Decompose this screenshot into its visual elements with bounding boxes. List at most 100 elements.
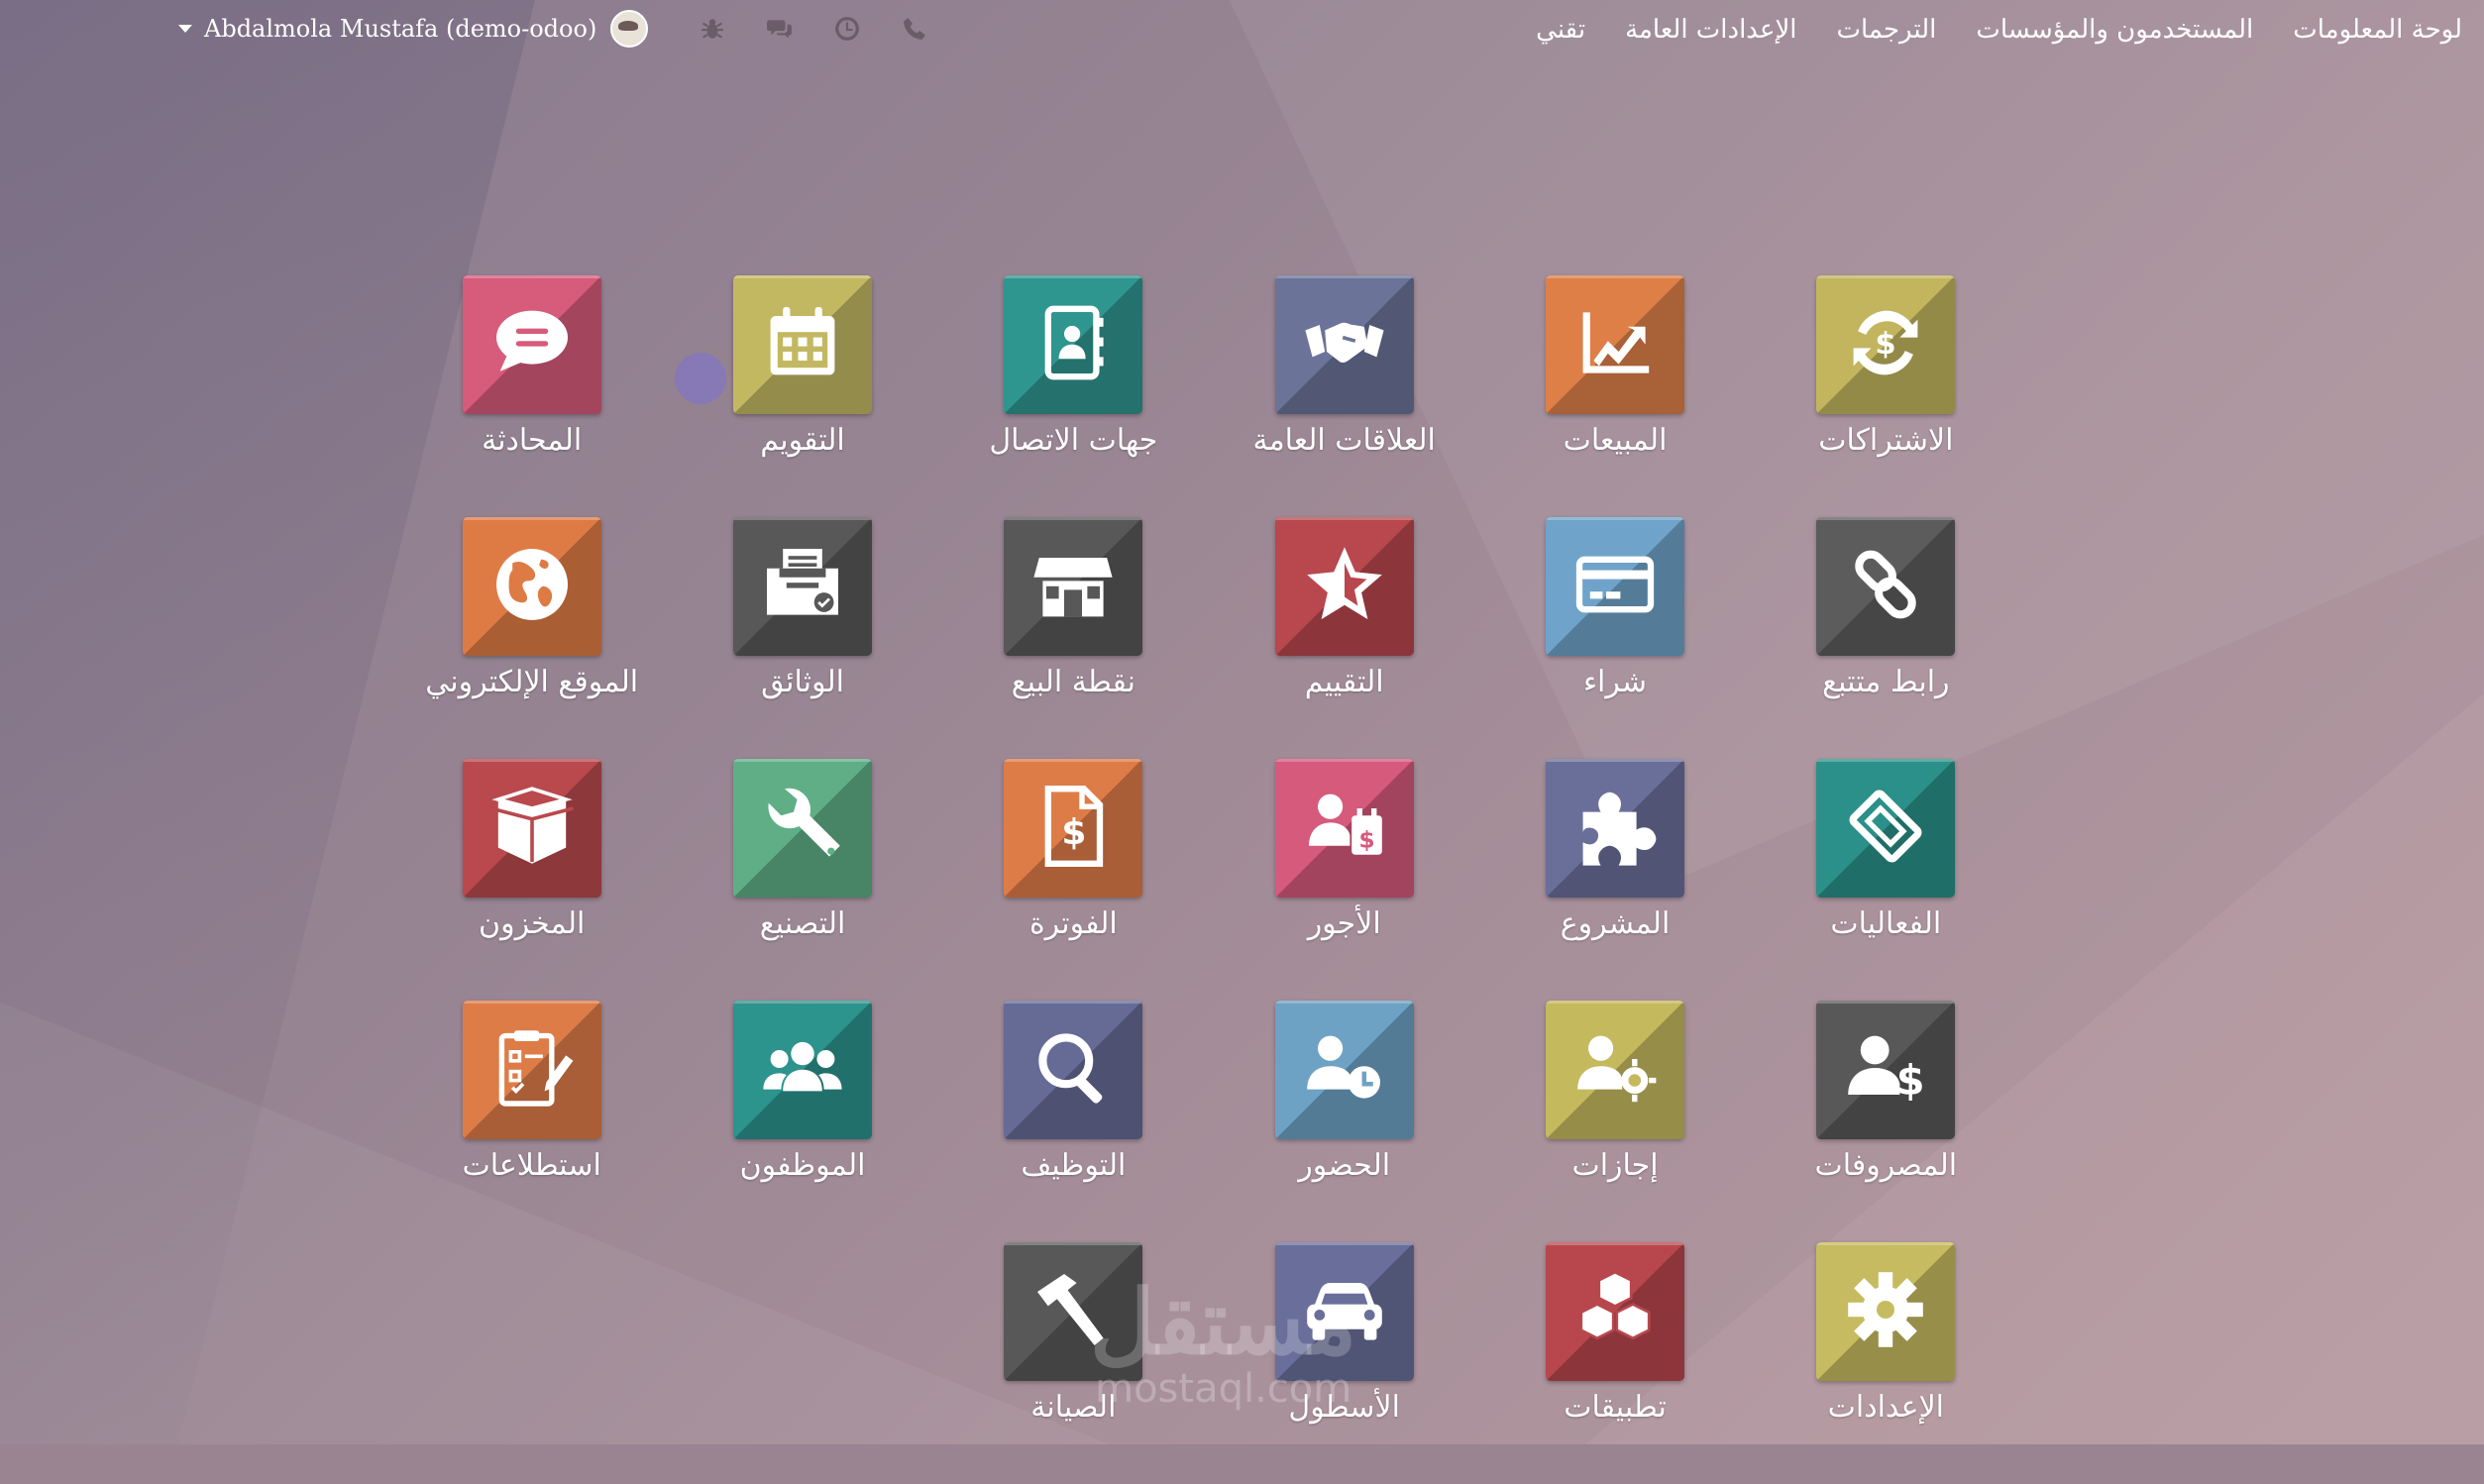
- bug-icon[interactable]: [698, 14, 727, 44]
- app-tile: [733, 759, 873, 898]
- clock-icon[interactable]: [832, 14, 862, 44]
- app-tile: [1004, 275, 1143, 414]
- app-tile: [1546, 759, 1685, 898]
- app-label: المبيعات: [1563, 423, 1668, 458]
- menu-users-companies[interactable]: المستخدمون والمؤسسات: [1976, 12, 2253, 48]
- phone-icon[interactable]: [900, 14, 929, 44]
- app-leaves[interactable]: إجازات: [1479, 1001, 1750, 1242]
- app-payroll[interactable]: $ الأجور: [1209, 759, 1479, 1001]
- app-tile: $: [1816, 275, 1956, 414]
- app-tile: [1816, 759, 1956, 898]
- box-icon: [487, 782, 577, 875]
- app-label: إجازات: [1571, 1148, 1659, 1183]
- documents-icon: [758, 540, 847, 633]
- app-contacts[interactable]: جهات الاتصال: [938, 275, 1209, 517]
- app-label: نقطة البيع: [1011, 665, 1135, 699]
- app-label: الحضور: [1298, 1148, 1391, 1183]
- apps-grid: $ الاشتراكات المبيعات العلاقات العامة جه…: [396, 275, 2021, 1484]
- app-store[interactable]: نقطة البيع: [938, 517, 1209, 759]
- link-icon: [1841, 540, 1930, 633]
- menu-translations[interactable]: الترجمات: [1837, 12, 1937, 48]
- app-puzzle[interactable]: المشروع: [1479, 759, 1750, 1001]
- app-label: شراء: [1582, 665, 1648, 699]
- app-label: المصروفات: [1814, 1148, 1958, 1183]
- app-tile: [733, 275, 873, 414]
- app-tile: [1546, 1001, 1685, 1139]
- app-label: جهات الاتصال: [989, 423, 1158, 458]
- app-documents[interactable]: الوثائق: [667, 517, 937, 759]
- app-tile: $: [1004, 759, 1143, 898]
- menu-dashboard[interactable]: لوحة المعلومات: [2293, 12, 2462, 48]
- app-label: الاشتراكات: [1818, 423, 1954, 458]
- app-box[interactable]: المخزون: [396, 759, 667, 1001]
- menu-general-settings[interactable]: الإعدادات العامة: [1625, 12, 1796, 48]
- app-tile: [462, 759, 601, 898]
- globe-icon: [487, 540, 577, 633]
- search-icon: [1028, 1023, 1118, 1116]
- app-gear[interactable]: الإعدادات: [1751, 1242, 2021, 1484]
- cursor-indicator: [675, 353, 726, 404]
- app-tile: [1004, 1242, 1143, 1381]
- app-tile: [1546, 1242, 1685, 1381]
- app-label: التوظيف: [1021, 1148, 1127, 1183]
- app-tile: [1274, 517, 1414, 656]
- payroll-icon: $: [1300, 782, 1389, 875]
- app-label: الأجور: [1307, 906, 1381, 941]
- app-label: المحادثة: [482, 423, 583, 458]
- app-tile: [1274, 1242, 1414, 1381]
- app-link[interactable]: رابط متتبع: [1751, 517, 2021, 759]
- expense-icon: $: [1841, 1023, 1930, 1116]
- app-tile: [1816, 517, 1956, 656]
- main-menu: لوحة المعلومات المستخدمون والمؤسسات التر…: [1536, 12, 2462, 48]
- app-wrench[interactable]: التصنيع: [667, 759, 937, 1001]
- sales-icon: [1570, 298, 1660, 391]
- chat-icon[interactable]: [765, 14, 795, 44]
- credit-card-icon: [1570, 540, 1660, 633]
- svg-text:$: $: [1876, 327, 1896, 362]
- subscription-icon: $: [1841, 298, 1930, 391]
- top-navbar: Abdalmola Mustafa (demo-odoo) لوحة المعل…: [0, 0, 2484, 59]
- handshake-icon: [1300, 298, 1389, 391]
- user-name: Abdalmola Mustafa (demo-odoo): [204, 15, 597, 43]
- app-tile: [1004, 1001, 1143, 1139]
- app-label: استطلاعات: [462, 1148, 601, 1183]
- app-label: رابط متتبع: [1822, 665, 1950, 699]
- app-credit-card[interactable]: شراء: [1479, 517, 1750, 759]
- app-label: الأسطول: [1288, 1390, 1400, 1425]
- avatar: [610, 10, 649, 48]
- app-cubes[interactable]: تطبيقات: [1479, 1242, 1750, 1484]
- store-icon: [1028, 540, 1118, 633]
- contacts-icon: [1028, 298, 1118, 391]
- calendar-icon: [758, 298, 847, 391]
- app-tile: [1546, 275, 1685, 414]
- app-attendance[interactable]: الحضور: [1209, 1001, 1479, 1242]
- app-car[interactable]: الأسطول: [1209, 1242, 1479, 1484]
- app-employees[interactable]: الموظفون: [667, 1001, 937, 1242]
- app-subscription[interactable]: $ الاشتراكات: [1751, 275, 2021, 517]
- app-star[interactable]: التقييم: [1209, 517, 1479, 759]
- app-sales[interactable]: المبيعات: [1479, 275, 1750, 517]
- app-invoice[interactable]: $ الفوترة: [938, 759, 1209, 1001]
- wrench-icon: [758, 782, 847, 875]
- app-label: الموقع الإلكتروني: [425, 665, 639, 699]
- caret-down-icon: [178, 25, 192, 33]
- app-label: التقويم: [760, 423, 845, 458]
- app-tile: [1816, 1242, 1956, 1381]
- puzzle-icon: [1570, 782, 1660, 875]
- app-expense[interactable]: $ المصروفات: [1751, 1001, 2021, 1242]
- app-search[interactable]: التوظيف: [938, 1001, 1209, 1242]
- app-ticket[interactable]: الفعاليات: [1751, 759, 2021, 1001]
- app-hammer[interactable]: الصيانة: [938, 1242, 1209, 1484]
- app-globe[interactable]: الموقع الإلكتروني: [396, 517, 667, 759]
- app-chat-bubble[interactable]: المحادثة: [396, 275, 667, 517]
- user-menu[interactable]: Abdalmola Mustafa (demo-odoo): [178, 10, 649, 48]
- app-handshake[interactable]: العلاقات العامة: [1209, 275, 1479, 517]
- app-label: التصنيع: [759, 906, 846, 941]
- svg-text:$: $: [1896, 1057, 1925, 1105]
- app-survey[interactable]: استطلاعات: [396, 1001, 667, 1242]
- app-tile: [1546, 517, 1685, 656]
- menu-technical[interactable]: تقني: [1536, 12, 1585, 48]
- app-tile: [1274, 275, 1414, 414]
- star-icon: [1300, 540, 1389, 633]
- app-label: الصيانة: [1030, 1390, 1117, 1425]
